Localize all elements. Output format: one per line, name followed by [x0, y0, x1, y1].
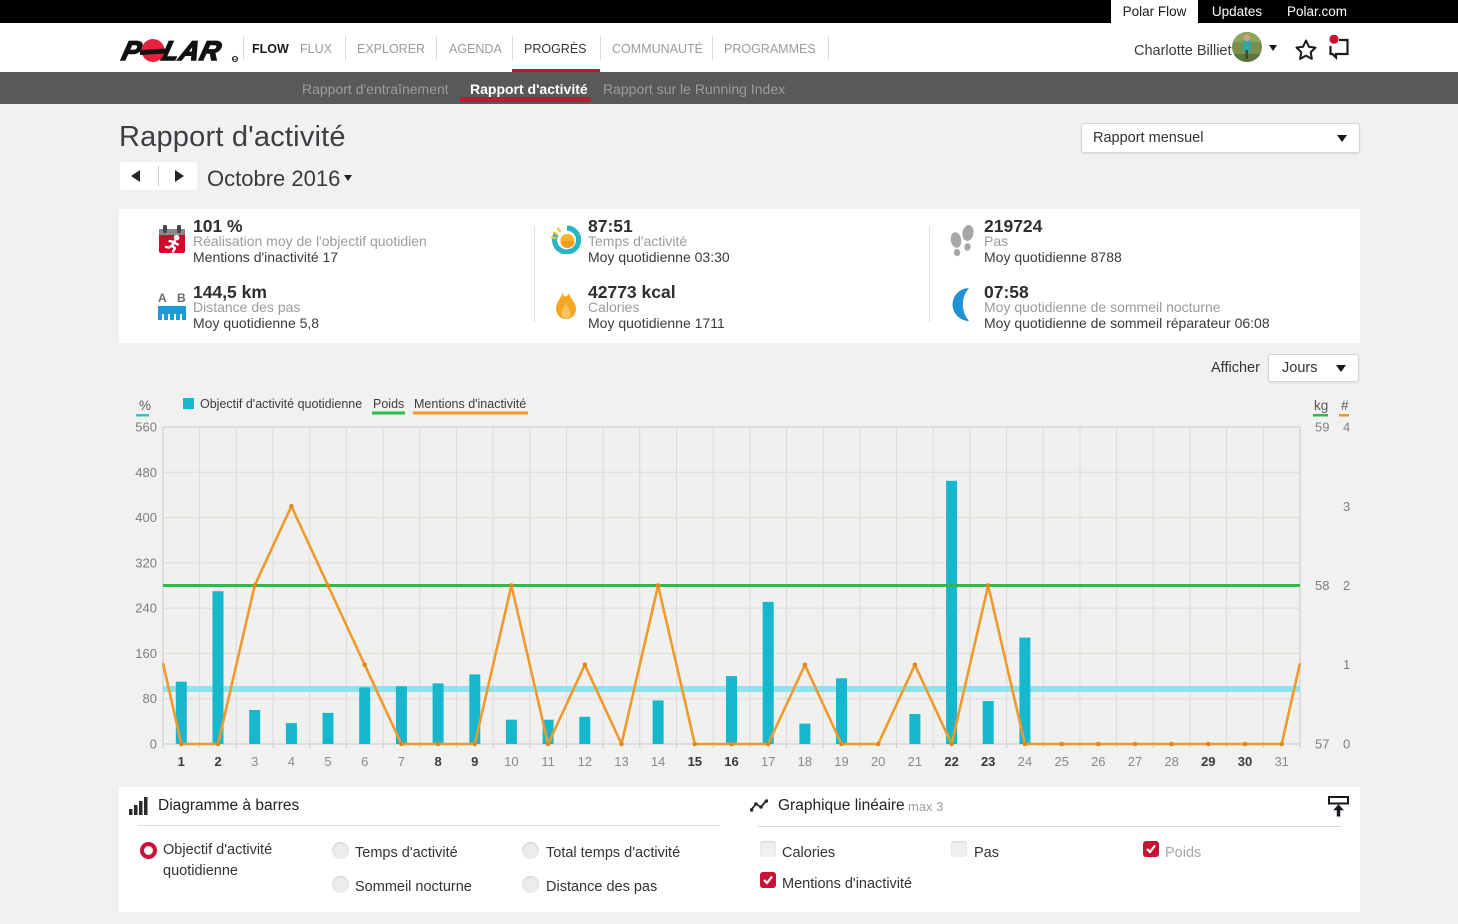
svg-text:2: 2: [1343, 578, 1350, 593]
svg-text:560: 560: [135, 420, 157, 435]
svg-text:3: 3: [251, 754, 258, 769]
svg-text:19: 19: [834, 754, 848, 769]
svg-text:kg: kg: [1314, 398, 1328, 413]
svg-text:5: 5: [324, 754, 331, 769]
svg-text:4: 4: [288, 754, 295, 769]
svg-text:7: 7: [398, 754, 405, 769]
svg-text:400: 400: [135, 510, 157, 525]
svg-text:0: 0: [150, 737, 157, 752]
svg-text:B: B: [177, 291, 186, 305]
svg-text:12: 12: [578, 754, 592, 769]
svg-text:4: 4: [1343, 420, 1350, 435]
svg-text:13: 13: [614, 754, 628, 769]
svg-text:8: 8: [434, 754, 441, 769]
svg-text:320: 320: [135, 555, 157, 570]
svg-text:26: 26: [1091, 754, 1105, 769]
svg-text:27: 27: [1128, 754, 1142, 769]
svg-text:0: 0: [1343, 737, 1350, 752]
svg-text:6: 6: [361, 754, 368, 769]
svg-text:18: 18: [798, 754, 812, 769]
svg-text:480: 480: [135, 465, 157, 480]
svg-text:57: 57: [1315, 737, 1329, 752]
svg-text:A: A: [158, 291, 167, 305]
svg-text:1: 1: [178, 754, 185, 769]
svg-text:30: 30: [1238, 754, 1252, 769]
svg-text:17: 17: [761, 754, 775, 769]
svg-text:14: 14: [651, 754, 665, 769]
svg-text:11: 11: [541, 754, 555, 769]
svg-text:LAR: LAR: [159, 35, 225, 66]
svg-text:20: 20: [871, 754, 885, 769]
svg-text:10: 10: [504, 754, 518, 769]
svg-text:Objectif d'activité quotidienn: Objectif d'activité quotidienne: [200, 397, 362, 411]
svg-text:Poids: Poids: [373, 397, 404, 411]
svg-text:16: 16: [724, 754, 738, 769]
svg-text:59: 59: [1315, 420, 1329, 435]
svg-text:25: 25: [1054, 754, 1068, 769]
svg-text:23: 23: [981, 754, 995, 769]
svg-text:Mentions d'inactivité: Mentions d'inactivité: [414, 397, 526, 411]
svg-text:80: 80: [143, 691, 157, 706]
svg-text:15: 15: [688, 754, 702, 769]
svg-text:R: R: [232, 57, 237, 64]
svg-text:1: 1: [1343, 657, 1350, 672]
svg-text:29: 29: [1201, 754, 1215, 769]
svg-text:#: #: [1341, 398, 1349, 413]
svg-text:31: 31: [1274, 754, 1288, 769]
svg-text:9: 9: [471, 754, 478, 769]
svg-text:3: 3: [1343, 499, 1350, 514]
svg-text:160: 160: [135, 646, 157, 661]
svg-text:2: 2: [214, 754, 221, 769]
svg-text:28: 28: [1164, 754, 1178, 769]
svg-text:22: 22: [944, 754, 958, 769]
svg-text:240: 240: [135, 601, 157, 616]
svg-text:58: 58: [1315, 578, 1329, 593]
svg-text:24: 24: [1018, 754, 1032, 769]
svg-text:21: 21: [908, 754, 922, 769]
svg-text:%: %: [139, 398, 151, 413]
